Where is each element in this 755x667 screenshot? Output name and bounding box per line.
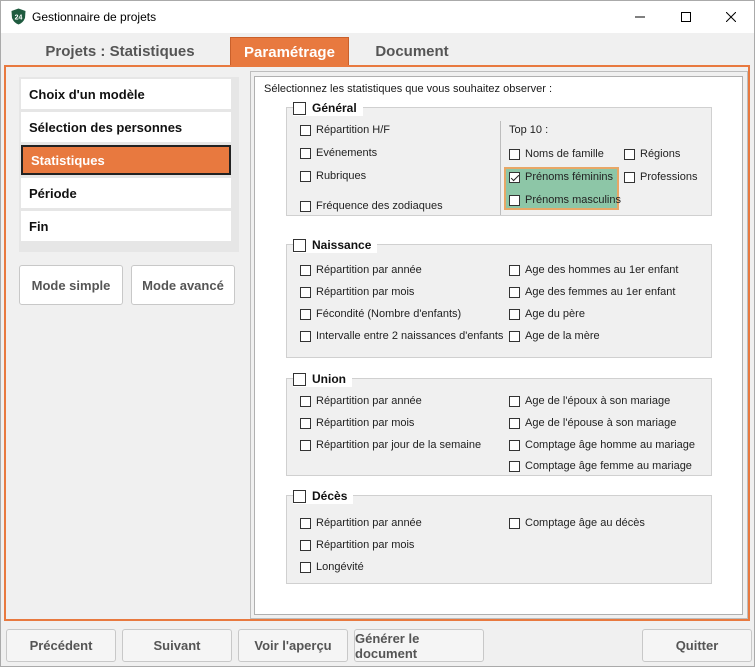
top10-prenoms-feminins[interactable]: Prénoms féminins xyxy=(509,171,613,183)
step-statistiques[interactable]: Statistiques xyxy=(21,145,231,175)
window-title: Gestionnaire de projets xyxy=(32,10,157,24)
naissance-age-pere[interactable]: Age du père xyxy=(509,308,585,320)
checkbox[interactable] xyxy=(300,417,311,429)
maximize-icon xyxy=(681,12,691,22)
maximize-button[interactable] xyxy=(663,1,709,33)
app-shield-icon: 24 xyxy=(11,8,26,25)
checkbox[interactable] xyxy=(300,517,311,529)
group-general-title: Général xyxy=(312,101,357,115)
deces-repartition-mois[interactable]: Répartition par mois xyxy=(300,539,414,551)
generer-document-button[interactable]: Générer le document xyxy=(354,629,484,662)
group-union-header[interactable]: Union xyxy=(293,371,352,387)
union-comptage-homme[interactable]: Comptage âge homme au mariage xyxy=(509,439,695,451)
top10-label: Top 10 : xyxy=(509,124,549,136)
step-selection-personnes[interactable]: Sélection des personnes xyxy=(21,112,231,142)
checkbox[interactable] xyxy=(300,124,311,136)
checkbox[interactable] xyxy=(509,148,520,160)
stat-evenements[interactable]: Evénements xyxy=(300,147,377,159)
union-comptage-femme[interactable]: Comptage âge femme au mariage xyxy=(509,460,692,472)
union-repartition-mois[interactable]: Répartition par mois xyxy=(300,417,414,429)
checkbox[interactable] xyxy=(300,264,311,276)
minimize-icon xyxy=(635,16,645,18)
stat-professions[interactable]: Professions xyxy=(624,171,697,183)
checkbox[interactable] xyxy=(300,308,311,320)
union-repartition-jour[interactable]: Répartition par jour de la semaine xyxy=(300,439,481,451)
tab-document[interactable]: Document xyxy=(359,38,465,64)
naissance-repartition-mois[interactable]: Répartition par mois xyxy=(300,286,414,298)
top10-separator xyxy=(500,121,501,215)
checkbox[interactable] xyxy=(300,561,311,573)
checkbox[interactable] xyxy=(509,286,520,298)
suivant-button[interactable]: Suivant xyxy=(122,629,232,662)
step-fin[interactable]: Fin xyxy=(21,211,231,241)
checkbox[interactable] xyxy=(509,439,520,451)
quitter-button[interactable]: Quitter xyxy=(642,629,752,662)
deces-comptage-age[interactable]: Comptage âge au décès xyxy=(509,517,645,529)
instruction-text: Sélectionnez les statistiques que vous s… xyxy=(264,83,552,95)
step-choix-modele[interactable]: Choix d'un modèle xyxy=(21,79,231,109)
union-repartition-annee[interactable]: Répartition par année xyxy=(300,395,422,407)
checkbox[interactable] xyxy=(300,200,311,212)
stat-frequence-zodiaques[interactable]: Fréquence des zodiaques xyxy=(300,200,443,212)
precedent-button[interactable]: Précédent xyxy=(6,629,116,662)
checkbox[interactable] xyxy=(300,539,311,551)
checkbox[interactable] xyxy=(300,439,311,451)
deces-repartition-annee[interactable]: Répartition par année xyxy=(300,517,422,529)
tab-projets-statistiques[interactable]: Projets : Statistiques xyxy=(29,38,211,64)
top10-prenoms-masculins[interactable]: Prénoms masculins xyxy=(509,194,621,206)
group-union-checkbox[interactable] xyxy=(293,372,306,386)
checkbox[interactable] xyxy=(624,171,635,183)
checkbox[interactable] xyxy=(300,170,311,182)
group-deces-header[interactable]: Décès xyxy=(293,488,354,504)
naissance-age-femmes[interactable]: Age des femmes au 1er enfant xyxy=(509,286,675,298)
close-button[interactable] xyxy=(708,1,754,33)
stat-repartition-hf[interactable]: Répartition H/F xyxy=(300,124,390,136)
checkbox[interactable] xyxy=(624,148,635,160)
group-union-title: Union xyxy=(312,372,346,386)
checkbox[interactable] xyxy=(300,395,311,407)
checkbox[interactable] xyxy=(300,330,311,342)
mode-simple-button[interactable]: Mode simple xyxy=(19,265,123,305)
union-age-epouse[interactable]: Age de l'épouse à son mariage xyxy=(509,417,676,429)
top10-noms-famille[interactable]: Noms de famille xyxy=(509,148,604,160)
checkbox[interactable] xyxy=(509,194,520,206)
checkbox[interactable] xyxy=(509,417,520,429)
group-naissance-header[interactable]: Naissance xyxy=(293,237,378,253)
mode-avance-button[interactable]: Mode avancé xyxy=(131,265,235,305)
naissance-age-mere[interactable]: Age de la mère xyxy=(509,330,600,342)
steps-list: Choix d'un modèle Sélection des personne… xyxy=(19,77,239,252)
naissance-intervalle[interactable]: Intervalle entre 2 naissances d'enfants xyxy=(300,330,503,342)
group-naissance-checkbox[interactable] xyxy=(293,238,306,252)
naissance-age-hommes[interactable]: Age des hommes au 1er enfant xyxy=(509,264,678,276)
group-general-checkbox[interactable] xyxy=(293,101,306,115)
union-age-epoux[interactable]: Age de l'époux à son mariage xyxy=(509,395,670,407)
group-naissance-title: Naissance xyxy=(312,238,372,252)
main-window: 24 Gestionnaire de projets Projets : Sta… xyxy=(0,0,755,667)
naissance-fecondite[interactable]: Fécondité (Nombre d'enfants) xyxy=(300,308,461,320)
checkbox[interactable] xyxy=(300,147,311,159)
checkbox[interactable] xyxy=(300,286,311,298)
voir-apercu-button[interactable]: Voir l'aperçu xyxy=(238,629,348,662)
step-periode[interactable]: Période xyxy=(21,178,231,208)
title-bar: 24 Gestionnaire de projets xyxy=(1,1,754,33)
checkbox[interactable] xyxy=(509,308,520,320)
stat-rubriques[interactable]: Rubriques xyxy=(300,170,366,182)
checkbox[interactable] xyxy=(509,517,520,529)
checkbox[interactable] xyxy=(509,264,520,276)
close-icon xyxy=(726,12,736,22)
checkbox[interactable] xyxy=(509,330,520,342)
checkbox[interactable] xyxy=(509,395,520,407)
tab-parametrage[interactable]: Paramétrage xyxy=(230,37,349,66)
deces-longevite[interactable]: Longévité xyxy=(300,561,364,573)
naissance-repartition-annee[interactable]: Répartition par année xyxy=(300,264,422,276)
stat-regions[interactable]: Régions xyxy=(624,148,680,160)
svg-text:24: 24 xyxy=(15,15,23,22)
checkbox-checked[interactable] xyxy=(509,171,520,183)
checkbox[interactable] xyxy=(509,460,520,472)
group-deces-checkbox[interactable] xyxy=(293,489,306,503)
group-general-header[interactable]: Général xyxy=(293,100,363,116)
minimize-button[interactable] xyxy=(617,1,663,33)
group-deces-title: Décès xyxy=(312,489,348,503)
